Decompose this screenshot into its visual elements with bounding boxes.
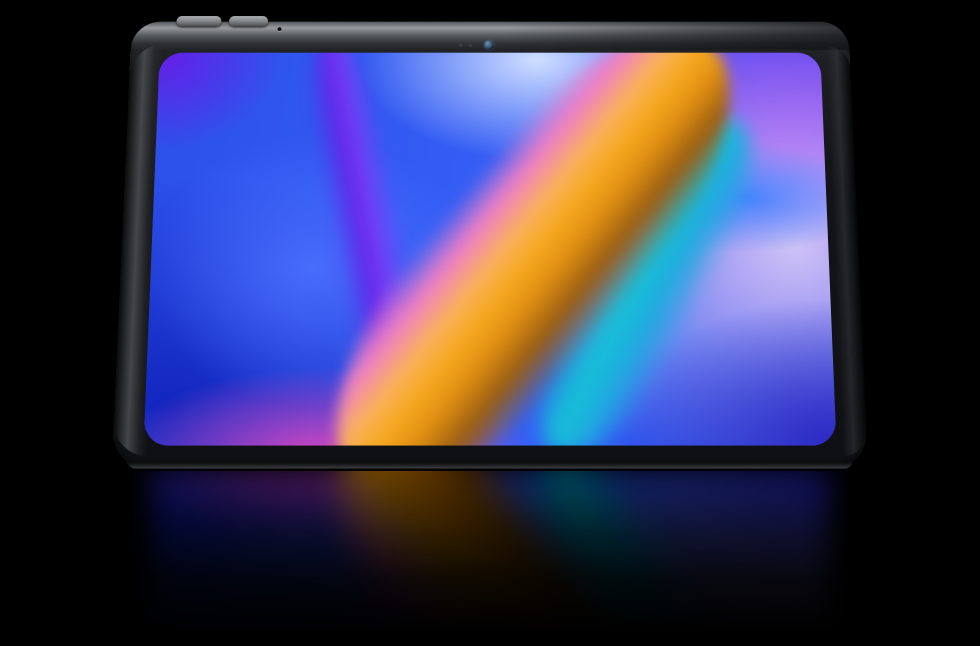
front-camera-lens [484, 40, 494, 49]
tablet-bottom-edge [126, 459, 854, 468]
scene-background [0, 0, 980, 646]
wallpaper [152, 471, 828, 643]
wallpaper [143, 53, 836, 446]
tablet-reflection [131, 471, 849, 643]
tablet-screen [143, 53, 836, 446]
volume-button [229, 16, 268, 26]
camera-sensor-dot [469, 43, 473, 47]
camera-sensor-dot [459, 43, 463, 47]
tablet [112, 22, 869, 469]
power-button [176, 16, 221, 26]
